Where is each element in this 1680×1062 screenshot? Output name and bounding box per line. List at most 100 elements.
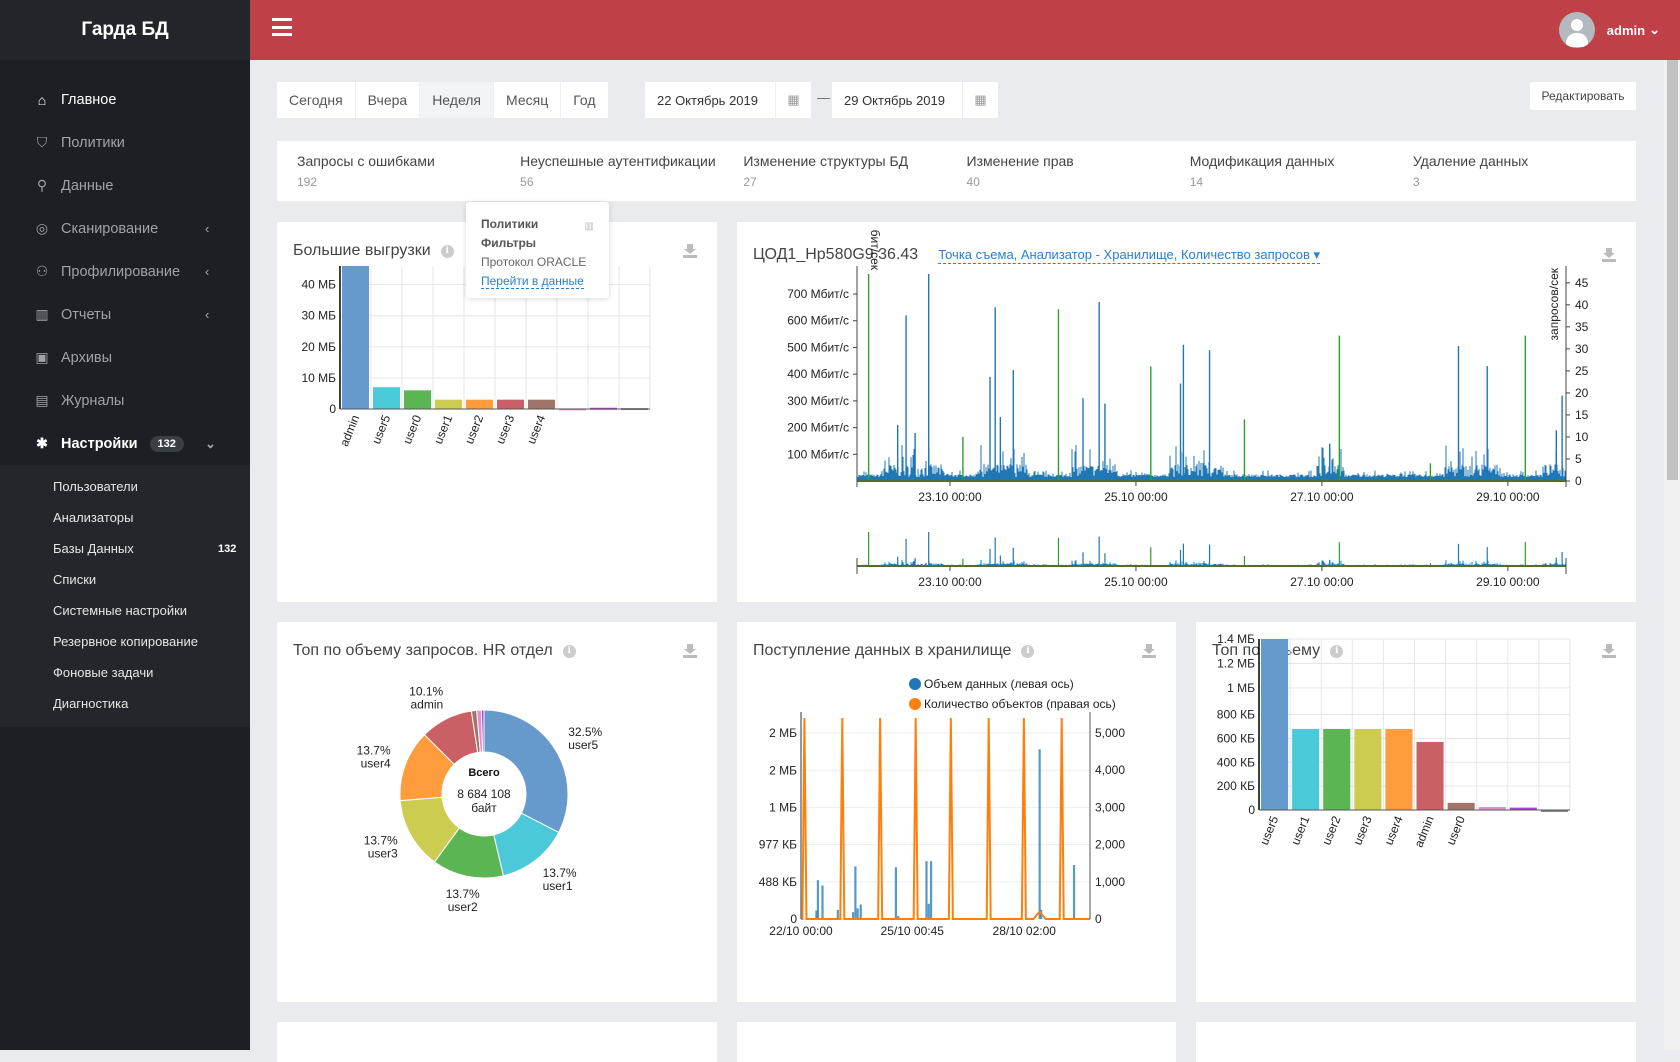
y-tick-label-left: 1 МБ [769,800,797,814]
date-to-field[interactable]: 29 Октябрь 2019 ▦ [832,82,998,118]
volume-bar [1072,864,1076,919]
calendar-icon[interactable]: ▦ [962,82,998,118]
bar [1261,639,1289,810]
slice-percent-label: 13.7% [364,834,398,848]
bar-chart-icon[interactable]: ▥ [585,217,594,236]
traffic-chart[interactable]: 100 Мбит/с 200 Мбит/с 300 Мбит/с 400 Мбит/с… [737,222,1636,602]
y-tick-label: 600 КБ [1217,731,1255,745]
date-from-field[interactable]: 22 Октябрь 2019 ▦ [645,82,811,118]
x-tick-label: 27.10 00:00 [1290,490,1354,504]
y-tick-label-left: 500 Мбит/с [787,340,849,354]
objects-count-line [801,717,1090,920]
period-today[interactable]: Сегодня [277,82,356,118]
ingest-chart: 0488 КБ977 КБ1 МБ2 МБ2 МБ01,0002,0003,00… [759,677,1126,938]
volume-bar [859,904,862,919]
volume-bar [816,880,820,919]
stat-error-requests[interactable]: Запросы с ошибками 192 [297,141,520,201]
navigator-x-tick-label: 25.10 00:00 [1104,575,1168,589]
y-tick-label: 800 КБ [1217,708,1255,722]
go-to-data-link[interactable]: Перейти в данные [481,274,584,289]
y-tick-label: 40 МБ [301,278,336,292]
edit-button[interactable]: Редактировать [1530,82,1636,110]
y-tick-label: 30 МБ [301,309,336,323]
x-tick-label: admin [337,413,362,449]
hamburger-menu-icon[interactable] [272,18,292,36]
stat-permission-changes[interactable]: Изменение прав 40 [967,141,1190,201]
sidebar-item-archives[interactable]: ▣ Архивы [0,336,250,379]
y-tick-label-right: 25 [1575,364,1589,378]
navigator-x-tick-label: 27.10 00:00 [1290,575,1354,589]
submenu-backup[interactable]: Резервное копирование [0,626,250,657]
y-tick-label: 1.2 МБ [1217,656,1255,670]
x-tick-label: admin [1412,814,1437,850]
avatar [1558,12,1595,48]
stat-failed-auth[interactable]: Неуспешные аутентификации 56 [520,141,743,201]
y-tick-label: 400 КБ [1217,755,1255,769]
slice-percent-label: 32.5% [568,725,602,739]
stat-value: 14 [1189,175,1204,189]
chevron-down-icon: ⌄ [1649,22,1660,37]
stat-data-deletion[interactable]: Удаление данных 3 [1413,141,1636,201]
y-tick-label-left: 600 Мбит/с [787,314,849,328]
bar [1447,802,1475,810]
sidebar-item-home[interactable]: ⌂ Главное [0,78,250,121]
info-popover: ▥ Политики Фильтры Протокол ORACLE Перей… [466,202,609,298]
sidebar-item-policies[interactable]: ⛉ Политики [0,121,250,164]
sidebar-item-reports[interactable]: ▥ Отчеты ‹ [0,293,250,336]
floppy-icon: ▣ [35,349,49,365]
submenu-users[interactable]: Пользователи [0,471,250,502]
app-logo[interactable]: Гарда БД [0,0,250,60]
legend-marker [909,698,921,710]
chevron-left-icon: ‹ [205,264,210,279]
sidebar-item-settings[interactable]: ✱ Настройки 132 ⌄ [0,422,250,465]
sidebar-item-profiling[interactable]: ⚇ Профилирование ‹ [0,250,250,293]
donut-center-value: 8 684 108 [457,787,511,801]
user-menu[interactable]: admin ⌄ [1558,12,1660,48]
slice-percent-label: 10.1% [409,685,443,699]
stat-data-modification[interactable]: Модификация данных 14 [1190,141,1413,201]
bar [497,399,524,409]
bar [404,390,431,409]
bar [373,387,400,409]
x-tick-label: user4 [1382,814,1406,847]
chevron-left-icon: ‹ [205,221,210,236]
sidebar-nav: ⌂ Главное ⛉ Политики ⚲ Данные ◎ Сканирование… [0,60,250,465]
submenu-lists[interactable]: Списки [0,564,250,595]
y-tick-label-right: 2,000 [1095,838,1125,852]
slice-name-label: user1 [543,879,573,893]
submenu-analyzers[interactable]: Анализаторы [0,502,250,533]
period-yesterday[interactable]: Вчера [356,82,421,118]
sidebar-item-scanning[interactable]: ◎ Сканирование ‹ [0,207,250,250]
submenu-system-settings[interactable]: Системные настройки [0,595,250,626]
period-week[interactable]: Неделя [420,82,495,118]
scrollbar-thumb[interactable] [1667,60,1678,480]
submenu-databases[interactable]: Базы Данных 132 [0,533,250,564]
x-tick-label: user5 [369,413,393,446]
y-tick-label-left: 2 МБ [769,763,797,777]
sidebar-item-label: Журналы [61,392,125,409]
period-year[interactable]: Год [561,82,607,118]
stat-schema-changes[interactable]: Изменение структуры БД 27 [743,141,966,201]
sidebar-item-label: Сканирование [61,220,159,237]
slice-name-label: user4 [361,757,391,771]
page-scrollbar[interactable] [1664,60,1680,1050]
navigator-x-tick-label: 23.10 00:00 [918,575,982,589]
calendar-icon[interactable]: ▦ [775,82,811,118]
y-tick-label-right: 45 [1575,276,1589,290]
y-tick-label: 0 [1248,803,1255,817]
period-month[interactable]: Месяц [494,82,562,118]
top-volume-chart: 0 200 КБ 400 КБ 600 КБ 800 КБ 1 МБ 1.2 МБ 1.4 М… [1217,632,1571,850]
submenu-diagnostics[interactable]: Диагностика [0,688,250,719]
databases-count: 132 [218,542,237,555]
submenu-background-tasks[interactable]: Фоновые задачи [0,657,250,688]
sidebar-item-data[interactable]: ⚲ Данные [0,164,250,207]
top-header: admin ⌄ [250,0,1680,60]
sidebar-item-journals[interactable]: ▤ Журналы [0,379,250,422]
y-tick-label-right: 1,000 [1095,875,1125,889]
slice-name-label: user5 [568,738,598,752]
x-tick-label: user1 [431,413,455,446]
y-tick-label-left: 300 Мбит/с [787,394,849,408]
home-icon: ⌂ [37,91,47,108]
x-tick-label: 23.10 00:00 [918,490,982,504]
x-tick-label: user2 [462,413,486,446]
